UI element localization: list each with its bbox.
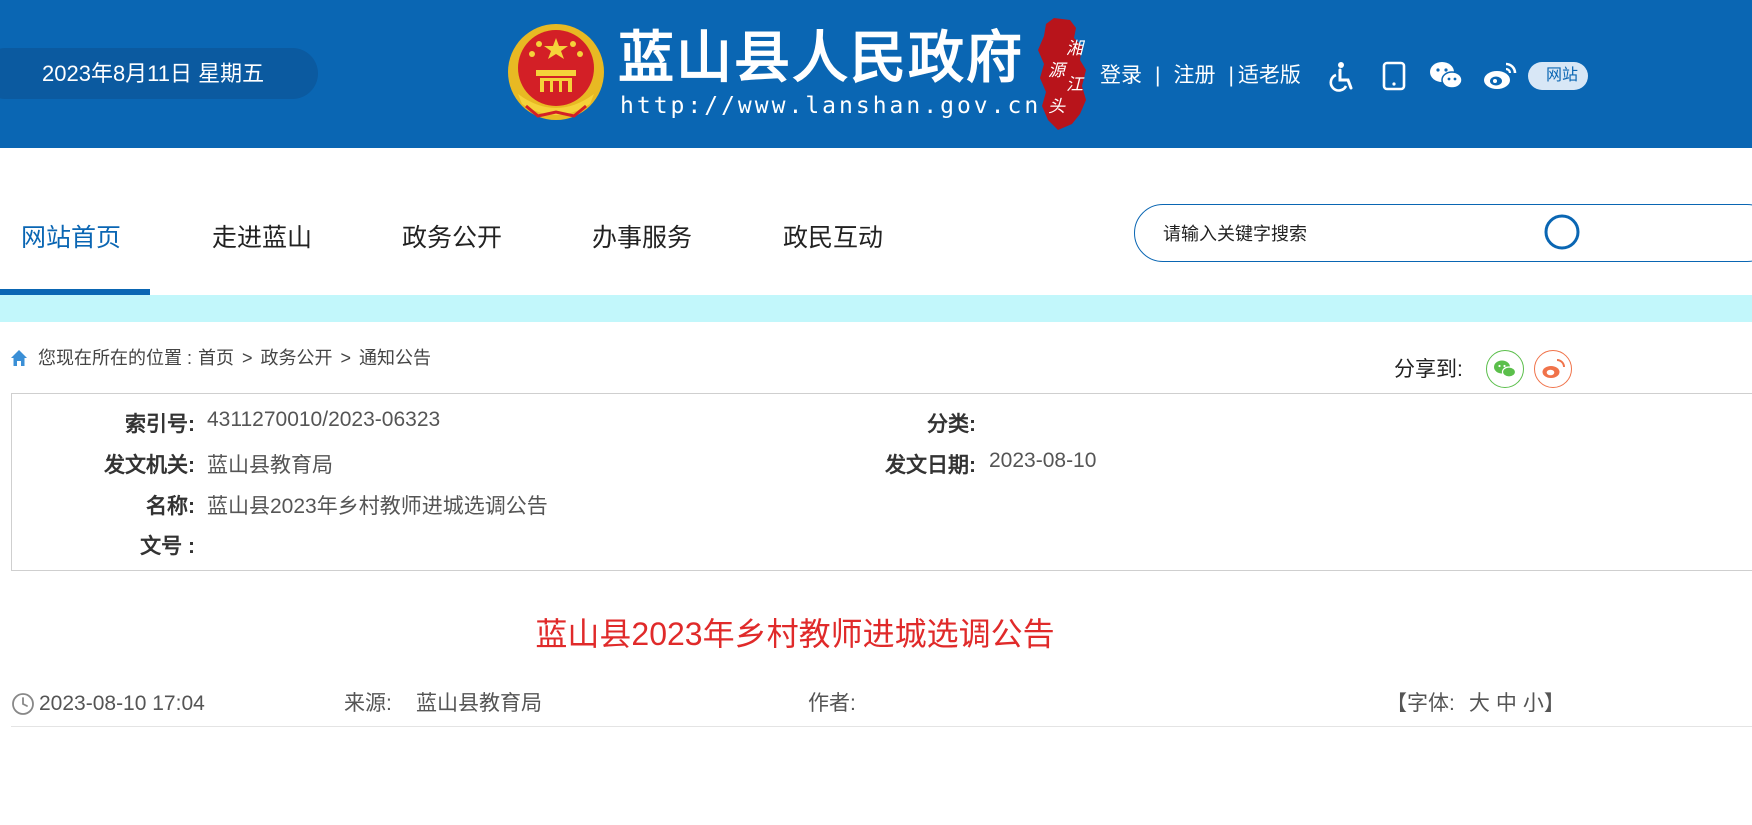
breadcrumb-separator: >	[242, 348, 253, 368]
top-header-bar: 2023年8月11日 星期五 蓝山县人民政府 http://www.lansha…	[0, 0, 1752, 148]
site-url: http://www.lanshan.gov.cn	[620, 93, 1042, 119]
nav-item-interaction[interactable]: 政民互动	[783, 220, 883, 256]
top-link-separator: |	[1155, 64, 1161, 87]
wechat-icon[interactable]	[1428, 58, 1464, 94]
author-label: 作者:	[808, 692, 856, 715]
breadcrumb: 您现在所在的位置 : 首页 > 政务公开 > 通知公告	[10, 344, 431, 372]
nav-item-government-affairs[interactable]: 政务公开	[402, 220, 502, 256]
index-number-label: 索引号:	[125, 413, 195, 436]
accessibility-icon[interactable]	[1322, 58, 1358, 94]
nav-band	[0, 295, 1752, 322]
home-icon	[11, 350, 27, 366]
article-meta-divider	[11, 726, 1752, 727]
document-name-value: 蓝山县2023年乡村教师进城选调公告	[207, 495, 548, 518]
site-map-pill-label: 网站	[1546, 67, 1579, 84]
top-link-separator: |	[1228, 64, 1234, 87]
site-map-pill[interactable]: 网站	[1528, 62, 1588, 90]
breadcrumb-item-government-affairs[interactable]: 政务公开	[261, 344, 333, 372]
source-value: 蓝山县教育局	[416, 692, 542, 715]
register-link[interactable]: 注册	[1173, 60, 1215, 92]
tablet-icon[interactable]	[1376, 58, 1412, 94]
issuer-label: 发文机关:	[104, 454, 195, 477]
login-link[interactable]: 登录	[1100, 60, 1142, 92]
source-label: 来源:	[344, 692, 392, 715]
svg-text:江: 江	[1066, 75, 1085, 95]
font-size-medium-button[interactable]: 中	[1496, 688, 1517, 720]
index-number-value: 4311270010/2023-06323	[207, 408, 441, 431]
nav-item-services[interactable]: 办事服务	[592, 220, 692, 256]
seal-logo-icon: 湘 源 江 头	[1038, 18, 1086, 130]
breadcrumb-separator: >	[340, 348, 352, 368]
publish-datetime: 2023-08-10 17:04	[39, 692, 205, 715]
issue-date-value: 2023-08-10	[989, 449, 1097, 472]
svg-text:头: 头	[1048, 97, 1066, 117]
category-label: 分类:	[927, 413, 976, 436]
font-size-control: 【字体: 大 中 小】	[1386, 688, 1565, 720]
issuer-value: 蓝山县教育局	[207, 454, 333, 477]
nav-item-home[interactable]: 网站首页	[21, 220, 121, 256]
breadcrumb-item-notices[interactable]: 通知公告	[359, 344, 431, 372]
article-title: 蓝山县2023年乡村教师进城选调公告	[535, 616, 1055, 652]
breadcrumb-item-home[interactable]: 首页	[198, 344, 234, 372]
site-title: 蓝山县人民政府	[618, 26, 1024, 89]
weibo-icon[interactable]	[1482, 58, 1518, 94]
share-wechat-button[interactable]	[1486, 350, 1524, 388]
date-display: 2023年8月11日 星期五	[0, 48, 318, 99]
search-icon[interactable]	[1540, 212, 1580, 252]
font-size-label: 【字体:	[1386, 692, 1455, 715]
search-input[interactable]	[1161, 219, 1525, 249]
svg-text:湘: 湘	[1066, 39, 1086, 59]
breadcrumb-prefix: 您现在所在的位置 :	[38, 348, 193, 368]
share-label: 分享到:	[1394, 358, 1463, 381]
search-box[interactable]	[1134, 204, 1752, 262]
date-text: 2023年8月11日 星期五	[42, 61, 265, 86]
document-name-label: 名称:	[146, 495, 195, 518]
weibo-icon	[1542, 359, 1565, 378]
issue-date-label: 发文日期:	[885, 454, 976, 477]
share-weibo-button[interactable]	[1534, 350, 1572, 388]
top-links: 登录 | 注册 | 适老版	[1100, 60, 1301, 92]
document-number-label: 文号 :	[140, 535, 195, 558]
font-size-small-button[interactable]: 小】	[1523, 688, 1565, 720]
nav-item-about-lanshan[interactable]: 走进蓝山	[212, 220, 312, 256]
elderly-mode-link[interactable]: 适老版	[1238, 60, 1301, 92]
clock-icon	[12, 693, 34, 715]
wechat-icon	[1494, 360, 1517, 378]
font-size-large-button[interactable]: 大	[1469, 688, 1490, 720]
national-emblem-icon	[508, 24, 604, 120]
